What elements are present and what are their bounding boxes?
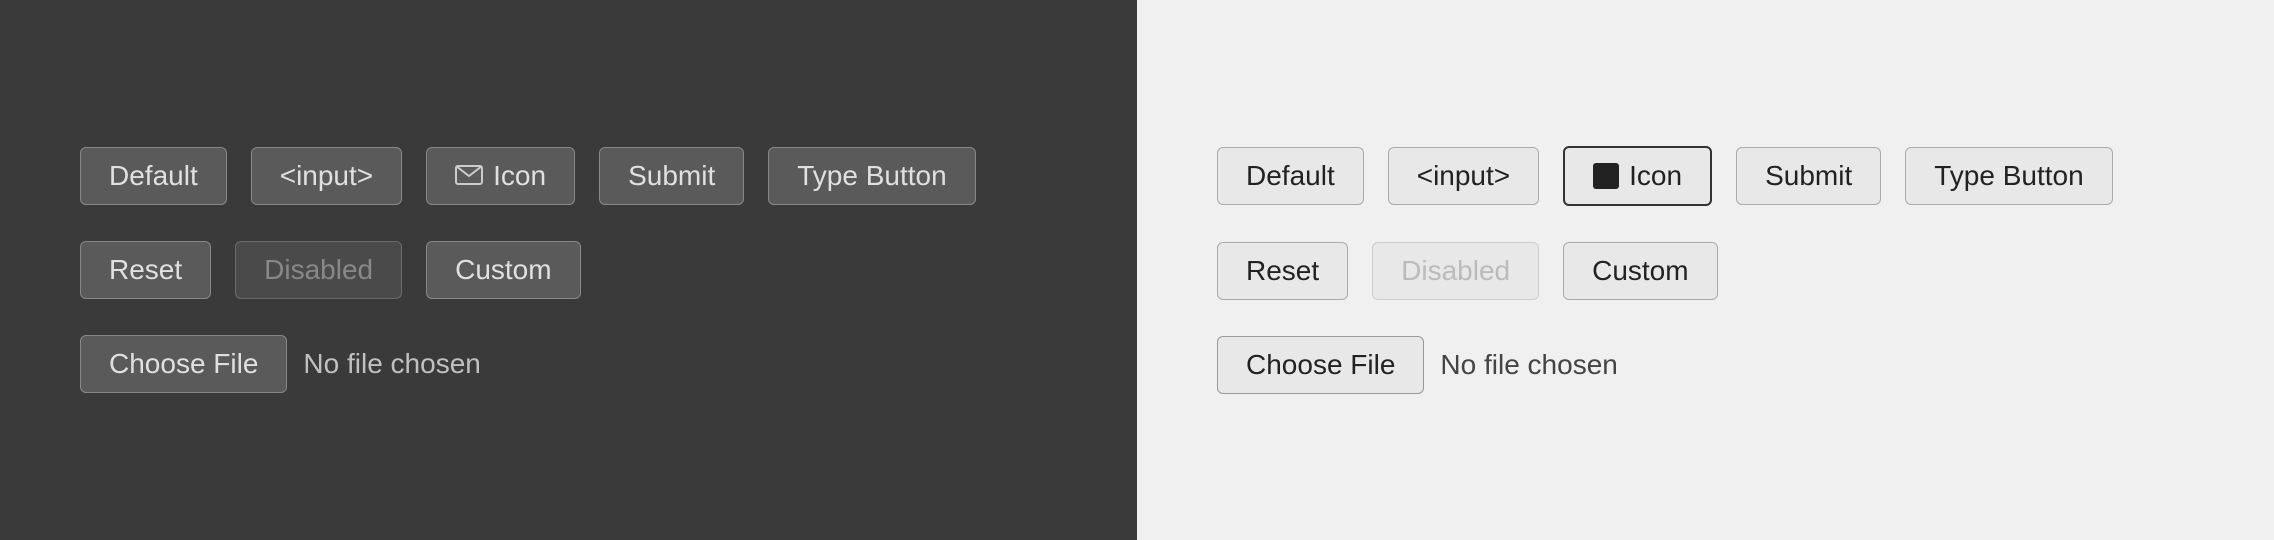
dark-type-button-button[interactable]: Type Button — [768, 147, 975, 205]
dark-file-row: Choose File No file chosen — [80, 335, 481, 393]
light-disabled-button: Disabled — [1372, 242, 1539, 300]
dark-choose-file-button[interactable]: Choose File — [80, 335, 287, 393]
dark-row-2: Reset Disabled Custom — [80, 241, 581, 299]
dark-reset-button[interactable]: Reset — [80, 241, 211, 299]
light-row-1: Default <input> Icon Submit Type Button — [1217, 146, 2113, 206]
dark-default-button[interactable]: Default — [80, 147, 227, 205]
light-custom-button[interactable]: Custom — [1563, 242, 1717, 300]
dark-disabled-button: Disabled — [235, 241, 402, 299]
light-file-row: Choose File No file chosen — [1217, 336, 1618, 394]
light-no-file-label: No file chosen — [1440, 349, 1617, 381]
light-icon-button-label: Icon — [1629, 160, 1682, 192]
dark-icon-button-label: Icon — [493, 160, 546, 192]
light-row-2: Reset Disabled Custom — [1217, 242, 1718, 300]
dark-custom-button[interactable]: Custom — [426, 241, 580, 299]
light-panel: Default <input> Icon Submit Type Button … — [1137, 0, 2274, 540]
light-type-button-button[interactable]: Type Button — [1905, 147, 2112, 205]
light-icon-button[interactable]: Icon — [1563, 146, 1712, 206]
light-input-button[interactable]: <input> — [1388, 147, 1539, 205]
envelope-icon — [455, 160, 483, 192]
light-default-button[interactable]: Default — [1217, 147, 1364, 205]
dark-submit-button[interactable]: Submit — [599, 147, 744, 205]
dark-input-button[interactable]: <input> — [251, 147, 402, 205]
dark-panel: Default <input> Icon Submit Type Button … — [0, 0, 1137, 540]
dark-icon-button[interactable]: Icon — [426, 147, 575, 205]
light-choose-file-button[interactable]: Choose File — [1217, 336, 1424, 394]
dark-row-1: Default <input> Icon Submit Type Button — [80, 147, 976, 205]
light-submit-button[interactable]: Submit — [1736, 147, 1881, 205]
light-reset-button[interactable]: Reset — [1217, 242, 1348, 300]
dark-no-file-label: No file chosen — [303, 348, 480, 380]
square-icon — [1593, 163, 1619, 189]
